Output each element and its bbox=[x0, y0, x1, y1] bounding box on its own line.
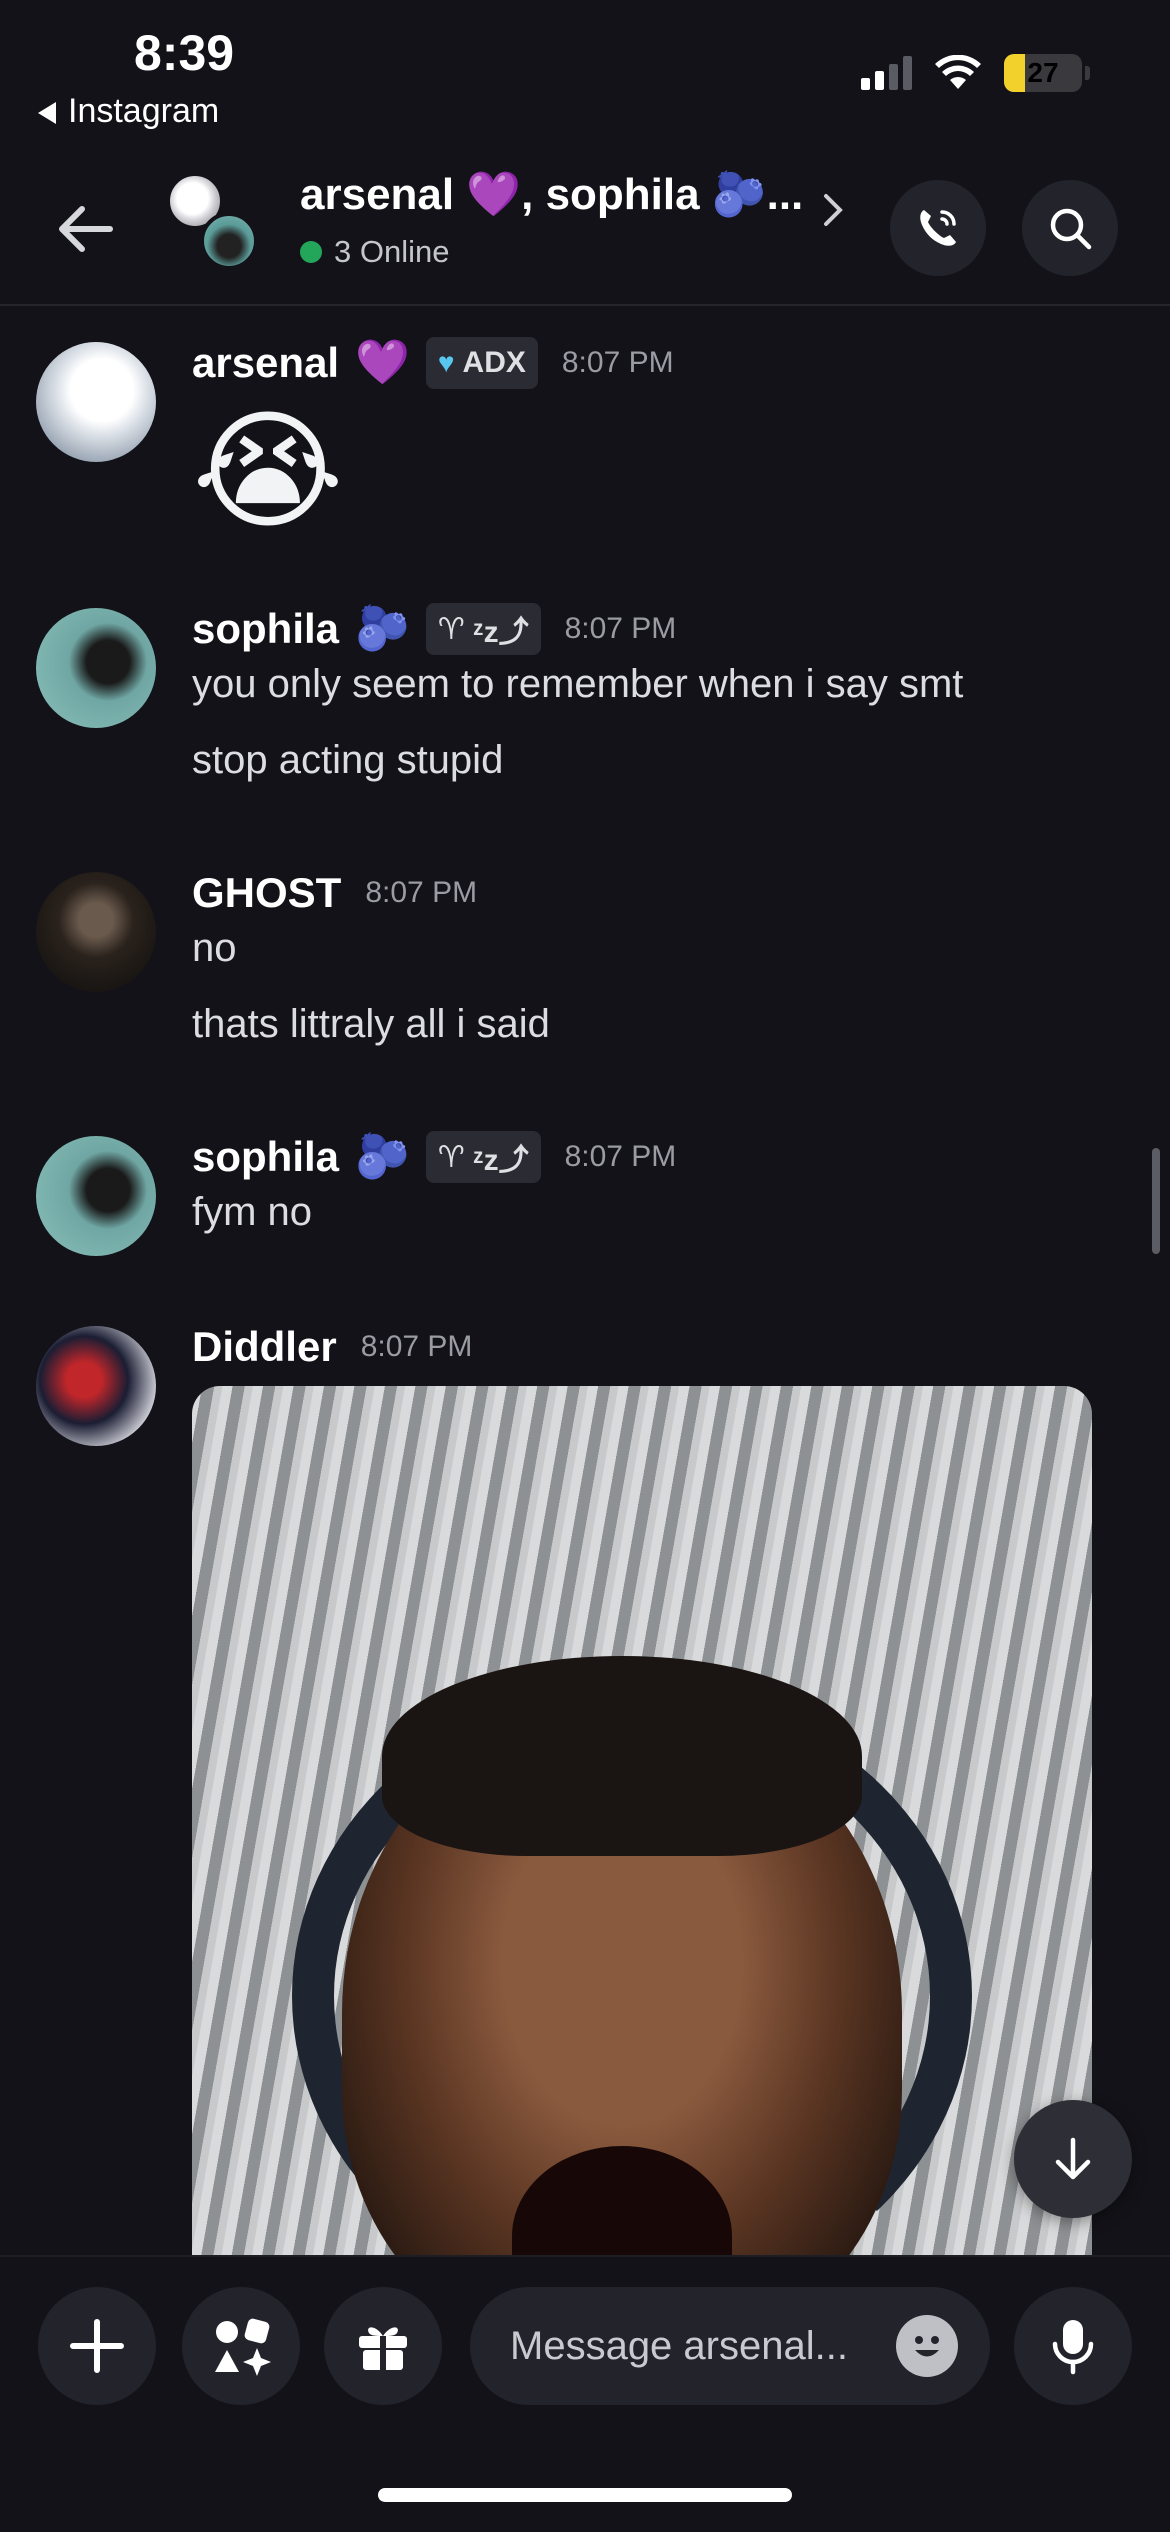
username[interactable]: GHOST bbox=[192, 869, 341, 917]
apps-icon bbox=[215, 2318, 271, 2376]
back-arrow-icon[interactable] bbox=[50, 194, 120, 264]
avatar[interactable] bbox=[36, 608, 156, 728]
clan-tag-badge[interactable]: ♥ ADX bbox=[425, 337, 538, 389]
clan-tag-badge[interactable]: ♈ ᶻz⤴ bbox=[425, 1131, 541, 1183]
voice-call-button[interactable] bbox=[890, 180, 986, 276]
username-emoji: 🫐 bbox=[355, 1132, 410, 1181]
search-button[interactable] bbox=[1022, 180, 1118, 276]
avatar[interactable] bbox=[36, 1136, 156, 1256]
gift-button[interactable] bbox=[324, 2287, 442, 2405]
status-time: 8:39 bbox=[134, 25, 235, 81]
status-indicators: 27 bbox=[861, 54, 1090, 92]
username[interactable]: sophila bbox=[192, 1133, 339, 1181]
home-indicator[interactable] bbox=[378, 2488, 792, 2502]
arrow-down-icon bbox=[1055, 2137, 1091, 2180]
back-app-label: Instagram bbox=[68, 92, 220, 130]
message-header: arsenal 💜 ♥ ADX 8:07 PM bbox=[192, 334, 674, 392]
image-attachment[interactable] bbox=[192, 1386, 1092, 2255]
timestamp: 8:07 PM bbox=[365, 876, 478, 909]
avatar[interactable] bbox=[36, 872, 156, 992]
message-text[interactable]: thats littraly all i said bbox=[192, 1002, 550, 1047]
chat-screen: 8:39 Instagram 27 arsenal 💜, sophila 🫐..… bbox=[0, 0, 1170, 2532]
clan-tag-label: ADX bbox=[462, 346, 526, 379]
online-dot-icon bbox=[300, 241, 322, 263]
username[interactable]: sophila bbox=[192, 605, 339, 653]
status-bar: 8:39 Instagram 27 bbox=[0, 0, 1170, 140]
jump-to-latest-button[interactable] bbox=[1014, 2100, 1132, 2218]
microphone-icon bbox=[1052, 2320, 1094, 2375]
avatar[interactable] bbox=[36, 342, 156, 462]
timestamp: 8:07 PM bbox=[360, 1330, 473, 1363]
emoji-message[interactable]: 😭 bbox=[192, 406, 344, 536]
goat-icon: ♈ bbox=[437, 612, 465, 646]
message-header: GHOST 8:07 PM bbox=[192, 864, 477, 922]
username-emoji: 💜 bbox=[355, 338, 410, 387]
chevron-right-icon[interactable] bbox=[820, 190, 846, 230]
apps-button[interactable] bbox=[182, 2287, 300, 2405]
phone-call-icon bbox=[920, 210, 956, 246]
message-header: sophila 🫐 ♈ ᶻz⤴ 8:07 PM bbox=[192, 600, 676, 658]
group-title[interactable]: arsenal 💜, sophila 🫐... bbox=[300, 168, 810, 220]
member-avatar bbox=[200, 212, 258, 270]
clan-tag-label: ᶻz⤴ bbox=[472, 1144, 529, 1177]
search-icon bbox=[1050, 208, 1092, 250]
username[interactable]: Diddler bbox=[192, 1323, 337, 1371]
timestamp: 8:07 PM bbox=[564, 1140, 677, 1173]
message-list[interactable]: arsenal 💜 ♥ ADX 8:07 PM 😭 sophila 🫐 ♈ ᶻz… bbox=[0, 310, 1170, 2255]
clan-tag-badge[interactable]: ♈ ᶻz⤴ bbox=[425, 603, 541, 655]
battery-icon: 27 bbox=[1004, 54, 1082, 92]
voice-message-button[interactable] bbox=[1014, 2287, 1132, 2405]
message-text[interactable]: you only seem to remember when i say smt bbox=[192, 662, 963, 707]
back-triangle-icon bbox=[38, 102, 56, 125]
username-emoji: 🫐 bbox=[355, 604, 410, 653]
online-status: 3 Online bbox=[300, 234, 449, 270]
timestamp: 8:07 PM bbox=[564, 612, 677, 645]
wifi-icon bbox=[935, 55, 981, 89]
photo-hair bbox=[382, 1656, 862, 1856]
chat-header: arsenal 💜, sophila 🫐... 3 Online bbox=[0, 150, 1170, 306]
timestamp: 8:07 PM bbox=[561, 346, 674, 379]
message-text[interactable]: fym no bbox=[192, 1190, 312, 1235]
battery-percent: 27 bbox=[1027, 57, 1059, 88]
emoji-button[interactable] bbox=[896, 2315, 958, 2377]
heart-icon: ♥ bbox=[437, 347, 455, 378]
avatar[interactable] bbox=[36, 1326, 156, 1446]
gift-icon bbox=[359, 2327, 407, 2370]
message-header: Diddler 8:07 PM bbox=[192, 1318, 472, 1376]
plus-icon bbox=[70, 2319, 124, 2373]
goat-icon: ♈ bbox=[437, 1140, 465, 1174]
back-to-app-link[interactable]: Instagram bbox=[38, 92, 219, 131]
scrollbar-thumb[interactable] bbox=[1152, 1148, 1160, 1254]
message-text[interactable]: stop acting stupid bbox=[192, 738, 503, 783]
message-composer bbox=[0, 2255, 1170, 2430]
message-header: sophila 🫐 ♈ ᶻz⤴ 8:07 PM bbox=[192, 1128, 676, 1186]
clan-tag-label: ᶻz⤴ bbox=[472, 616, 529, 649]
username[interactable]: arsenal bbox=[192, 339, 339, 387]
group-avatar[interactable] bbox=[166, 172, 276, 282]
emoji-icon bbox=[915, 2336, 939, 2357]
message-text[interactable]: no bbox=[192, 926, 237, 971]
battery-indicator: 27 bbox=[1004, 54, 1090, 92]
online-count: 3 Online bbox=[334, 234, 450, 269]
add-attachment-button[interactable] bbox=[38, 2287, 156, 2405]
cellular-signal-icon bbox=[861, 56, 912, 90]
